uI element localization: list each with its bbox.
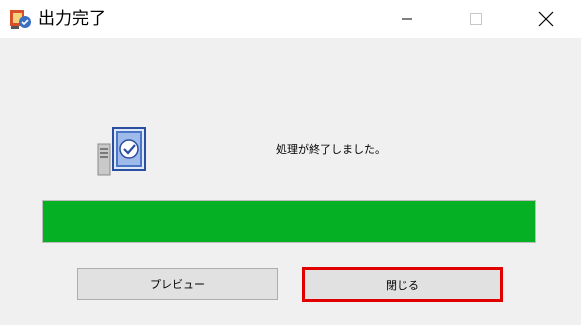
progress-bar bbox=[42, 200, 536, 243]
title-bar[interactable]: 出力完了 bbox=[0, 0, 581, 38]
minimize-icon bbox=[402, 18, 412, 20]
close-icon bbox=[538, 11, 554, 27]
progress-fill bbox=[43, 201, 535, 242]
window-title: 出力完了 bbox=[38, 9, 106, 29]
minimize-button[interactable] bbox=[384, 0, 430, 38]
output-complete-dialog: 出力完了 処理が終了しました。 プレビュー 閉じる bbox=[0, 0, 581, 325]
preview-button[interactable]: プレビュー bbox=[77, 268, 278, 300]
close-button[interactable]: 閉じる bbox=[302, 267, 503, 302]
status-message: 処理が終了しました。 bbox=[276, 143, 386, 156]
close-window-button[interactable] bbox=[523, 0, 569, 38]
app-icon bbox=[10, 10, 31, 29]
maximize-icon bbox=[470, 13, 482, 25]
server-check-icon bbox=[97, 127, 146, 176]
maximize-button[interactable] bbox=[453, 0, 499, 38]
